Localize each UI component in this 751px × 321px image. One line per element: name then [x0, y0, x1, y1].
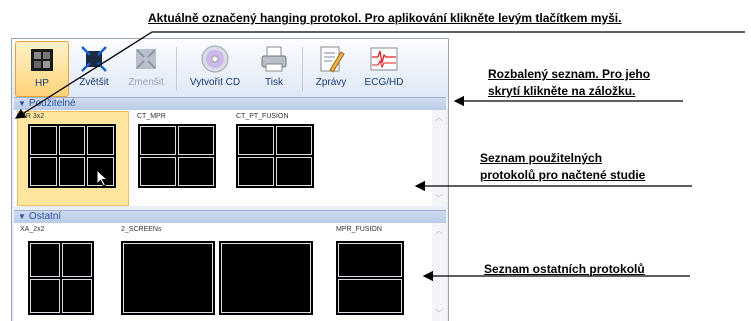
annotation-leader-lines — [14, 31, 745, 282]
leader-line-selected — [14, 31, 745, 119]
